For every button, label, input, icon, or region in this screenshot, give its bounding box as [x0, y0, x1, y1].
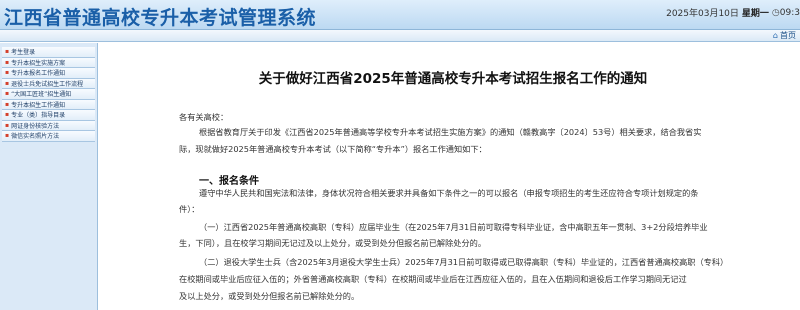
notice-greeting: 各有关高校： — [179, 112, 229, 122]
sidebar-item-id-verification[interactable]: ▪ 网证身份核验方法 — [2, 120, 95, 131]
sidebar-item-label: 考生登录 — [11, 49, 36, 57]
sidebar-item-label: 微信实名照片方法 — [11, 133, 60, 141]
sidebar-item-implementation-plan[interactable]: ▪ 专升本招生实施方案 — [2, 57, 95, 68]
sidebar-item-wechat-photo[interactable]: ▪ 微信实名照片方法 — [2, 131, 95, 142]
notice-content: 关于做好江西省2025年普通高校专升本考试招生报名工作的通知 各有关高校： 根据… — [106, 43, 800, 310]
paragraph-line: 件）： — [179, 204, 200, 214]
bullet-icon: ▪ — [5, 58, 10, 66]
bullet-icon: ▪ — [5, 90, 10, 98]
paragraph-line: 遵守中华人民共和国宪法和法律，身体状况符合相关要求并具备如下条件之一的可以报名（… — [199, 188, 699, 198]
paragraph-line: 及以上处分，或受到处分但报名前已解除处分的。 — [179, 291, 360, 301]
sidebar-item-label: “大国工匠班”招生通知 — [11, 91, 72, 99]
sidebar-menu: ▪ 考生登录 ▪ 专升本招生实施方案 ▪ 专升本报名工作通知 ▪ 退役士兵免试招… — [0, 43, 98, 310]
current-date: 2025年03月10日 — [666, 9, 739, 19]
home-button[interactable]: ⌂ 首页 — [773, 30, 796, 41]
sidebar-item-label: 专业（类）指导目录 — [11, 112, 66, 120]
sidebar-item-label: 专升本招生实施方案 — [11, 59, 66, 67]
paragraph-line: （二）退役大学生士兵（含2025年3月退役大学生士兵）2025年7月31日前可取… — [199, 257, 729, 267]
paragraph-line: 在校期间或毕业后应征入伍的；外省普通高校高职（专科）在校期间或毕业后在江西应征入… — [179, 274, 687, 284]
bullet-icon: ▪ — [5, 121, 10, 129]
clock-icon: ◷ — [771, 7, 780, 18]
current-time: 09:3 — [779, 7, 800, 18]
current-weekday: 星期一 — [741, 9, 769, 19]
home-label: 首页 — [780, 31, 796, 40]
app-title: 江西省普通高校专升本考试管理系统 — [4, 7, 317, 29]
house-icon: ⌂ — [772, 31, 778, 40]
sidebar-item-login[interactable]: ▪ 考生登录 — [2, 47, 95, 58]
sidebar-item-major-catalog[interactable]: ▪ 专业（类）指导目录 — [2, 110, 95, 121]
bullet-icon: ▪ — [5, 48, 10, 56]
app-header: 江西省普通高校专升本考试管理系统 2025年03月10日 星期一 ◷ 09:3 — [0, 0, 800, 30]
bullet-icon: ▪ — [5, 79, 10, 87]
bullet-icon: ▪ — [5, 100, 10, 108]
section-heading: 一、报名条件 — [199, 176, 259, 187]
sidebar-item-label: 网证身份核验方法 — [11, 122, 60, 130]
paragraph-line: （一）江西省2025年普通高校高职（专科）应届毕业生（在2025年7月31日前可… — [199, 222, 708, 232]
paragraph-line: 生，下同），且在校学习期间无记过及以上处分，或受到处分但报名前已解除处分的。 — [179, 238, 487, 248]
sidebar-item-label: 专升本报名工作通知 — [11, 70, 66, 78]
sidebar-item-label: 专升本招生工作通知 — [11, 101, 66, 109]
notice-title: 关于做好江西省2025年普通高校专升本考试招生报名工作的通知 — [258, 71, 648, 87]
sidebar-item-craftsman-class[interactable]: ▪ “大国工匠班”招生通知 — [2, 89, 95, 100]
sidebar-item-label: 退役士兵免试招生工作流程 — [11, 80, 84, 88]
sidebar-item-veteran-process[interactable]: ▪ 退役士兵免试招生工作流程 — [2, 78, 95, 89]
sub-toolbar: ⌂ 首页 — [0, 30, 800, 42]
bullet-icon: ▪ — [5, 111, 10, 119]
sidebar-item-enrollment-notice[interactable]: ▪ 专升本招生工作通知 — [2, 99, 95, 110]
date-time-display: 2025年03月10日 星期一 ◷ 09:3 — [666, 6, 800, 20]
bullet-icon: ▪ — [5, 69, 10, 77]
paragraph-line: 际，现就做好2025年普通高校专升本考试（以下简称“专升本”）报名工作通知如下： — [179, 144, 487, 154]
bullet-icon: ▪ — [5, 132, 10, 140]
paragraph-line: 根据省教育厅关于印发《江西省2025年普通高等学校专升本考试招生实施方案》的通知… — [199, 127, 702, 137]
sidebar-item-registration-notice[interactable]: ▪ 专升本报名工作通知 — [2, 68, 95, 79]
